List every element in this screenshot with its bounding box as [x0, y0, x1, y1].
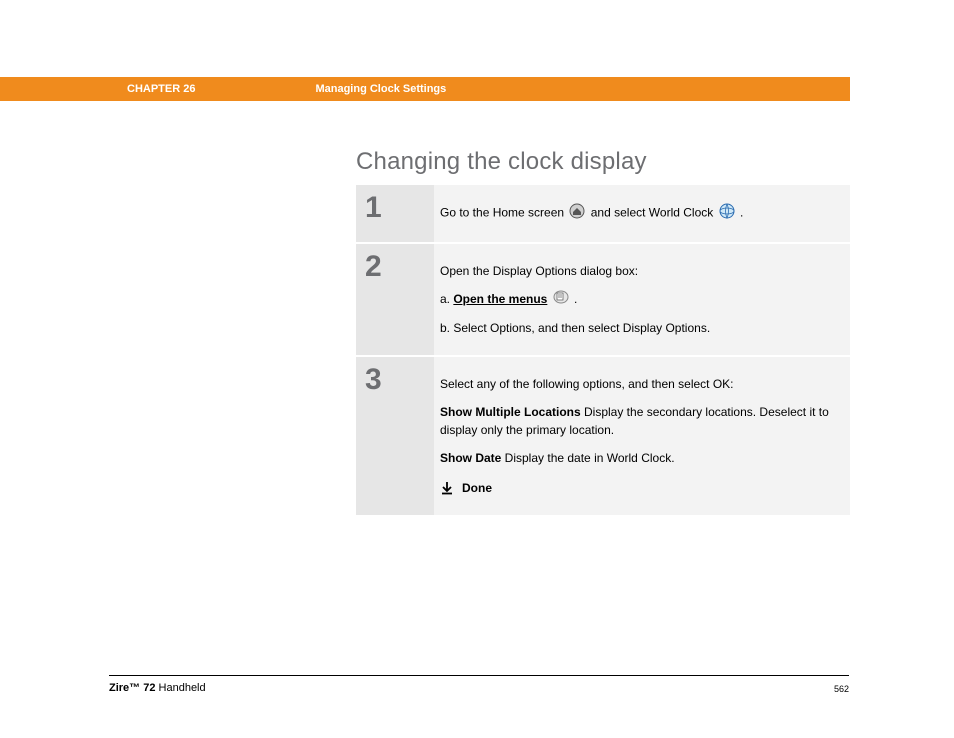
substep-b: b. Select Options, and then select Displ…	[440, 319, 834, 337]
step-row: 1 Go to the Home screen and select World…	[356, 184, 850, 243]
home-icon	[569, 203, 585, 224]
steps-table: 1 Go to the Home screen and select World…	[356, 183, 850, 515]
footer-divider	[109, 675, 849, 676]
page-title: Changing the clock display	[356, 148, 647, 176]
step-row: 3 Select any of the following options, a…	[356, 356, 850, 515]
step-text: and select World Clock	[591, 206, 717, 220]
step-text: .	[740, 206, 743, 220]
step-content: Go to the Home screen and select World C…	[434, 184, 850, 243]
chapter-title: Managing Clock Settings	[315, 83, 446, 95]
option-text: Display the date in World Clock.	[501, 451, 674, 465]
done-indicator: Done	[440, 479, 834, 497]
option-label: Show Date	[440, 451, 501, 465]
chapter-label: CHAPTER 26	[127, 83, 195, 95]
step-text: Go to the Home screen	[440, 206, 567, 220]
footer-product: Zire™ 72 Handheld	[109, 682, 206, 694]
open-menus-link[interactable]: Open the menus	[453, 292, 547, 306]
done-icon	[440, 481, 454, 495]
step-content: Open the Display Options dialog box: a. …	[434, 243, 850, 356]
step-number: 3	[356, 356, 434, 515]
step-number: 1	[356, 184, 434, 243]
step-intro: Select any of the following options, and…	[440, 375, 834, 393]
step-content: Select any of the following options, and…	[434, 356, 850, 515]
done-label: Done	[462, 479, 492, 497]
footer-product-text: Handheld	[155, 682, 205, 694]
substep-after: .	[571, 292, 578, 306]
step-intro: Open the Display Options dialog box:	[440, 262, 834, 280]
substep-prefix: a.	[440, 292, 453, 306]
step-number: 2	[356, 243, 434, 356]
world-clock-icon	[719, 203, 735, 224]
menus-icon	[553, 290, 569, 309]
chapter-header: CHAPTER 26 Managing Clock Settings	[0, 77, 850, 101]
option-label: Show Multiple Locations	[440, 405, 581, 419]
footer-brand: Zire™ 72	[109, 682, 155, 694]
page-number: 562	[834, 684, 849, 694]
step-row: 2 Open the Display Options dialog box: a…	[356, 243, 850, 356]
